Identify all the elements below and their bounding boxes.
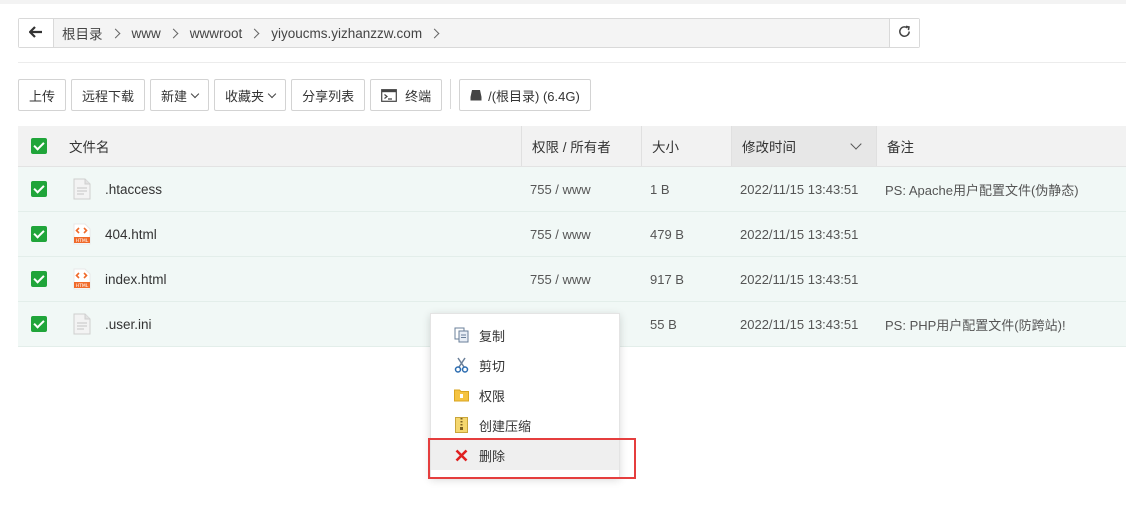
- refresh-icon: [897, 24, 912, 42]
- checkbox-checked-icon: [31, 138, 47, 154]
- col-permission[interactable]: 权限 / 所有者: [532, 126, 611, 166]
- path-bar: 根目录 www wwwroot yiyoucms.yizhanzzw.com: [18, 18, 920, 48]
- sort-chevron-down-icon[interactable]: [850, 126, 862, 166]
- select-all-checkbox[interactable]: [31, 126, 47, 166]
- disk-label: /(根目录) (6.4G): [488, 88, 580, 104]
- file-name[interactable]: .htaccess: [105, 167, 162, 211]
- chevron-down-icon: [190, 89, 200, 98]
- row-checkbox[interactable]: [31, 167, 47, 211]
- chevron-down-icon: [267, 89, 277, 98]
- table-row[interactable]: HTML 404.html 755 / www 479 B 2022/11/15…: [18, 212, 1126, 257]
- back-button[interactable]: [19, 19, 54, 47]
- checkbox-checked-icon: [31, 316, 47, 332]
- table-row[interactable]: .htaccess 755 / www 1 B 2022/11/15 13:43…: [18, 167, 1126, 212]
- share-list-label: 分享列表: [302, 88, 355, 104]
- file-size: 55 B: [650, 316, 677, 332]
- terminal-label: 终端: [405, 88, 432, 104]
- file-html-icon: HTML: [73, 257, 91, 301]
- breadcrumb-root[interactable]: 根目录: [62, 23, 103, 43]
- file-name[interactable]: 404.html: [105, 212, 157, 256]
- file-permission[interactable]: 755 / www: [530, 212, 591, 256]
- checkbox-checked-icon: [31, 226, 47, 242]
- breadcrumb-wwwroot[interactable]: wwwroot: [190, 26, 243, 41]
- file-text-icon: [73, 302, 91, 346]
- toolbar-divider: [450, 79, 452, 109]
- file-mtime: 2022/11/15 13:43:51: [740, 271, 859, 287]
- row-checkbox[interactable]: [31, 212, 47, 256]
- breadcrumb-www[interactable]: www: [132, 26, 161, 41]
- col-note[interactable]: 备注: [887, 126, 914, 166]
- new-dropdown-button[interactable]: 新建: [150, 79, 210, 111]
- favorites-label: 收藏夹: [225, 88, 265, 104]
- file-size: 917 B: [650, 271, 684, 287]
- column-divider[interactable]: [521, 126, 522, 166]
- breadcrumb-site[interactable]: yiyoucms.yizhanzzw.com: [271, 26, 422, 41]
- col-mtime[interactable]: 修改时间: [742, 126, 796, 166]
- file-size: 479 B: [650, 226, 684, 242]
- share-list-button[interactable]: 分享列表: [291, 79, 366, 111]
- menu-item-label: 剪切: [479, 358, 506, 374]
- upload-label: 上传: [29, 88, 56, 104]
- row-checkbox[interactable]: [31, 302, 47, 346]
- menu-item-permission[interactable]: 权限: [431, 380, 619, 410]
- favorites-dropdown-button[interactable]: 收藏夹: [214, 79, 287, 111]
- terminal-button[interactable]: 终端: [370, 79, 443, 111]
- divider: [18, 62, 1126, 63]
- chevron-right-icon: [168, 28, 179, 38]
- file-text-icon: [73, 167, 91, 211]
- menu-item-compress[interactable]: 创建压缩: [431, 410, 619, 440]
- scissors-icon: [453, 357, 469, 373]
- remote-download-label: 远程下载: [82, 88, 135, 104]
- file-size: 1 B: [650, 181, 670, 197]
- menu-item-copy[interactable]: 复制: [431, 320, 619, 350]
- menu-item-cut[interactable]: 剪切: [431, 350, 619, 380]
- table-row[interactable]: HTML index.html 755 / www 917 B 2022/11/…: [18, 257, 1126, 302]
- file-html-icon: HTML: [73, 212, 91, 256]
- checkbox-checked-icon: [31, 271, 47, 287]
- menu-item-label: 创建压缩: [479, 418, 532, 434]
- column-divider[interactable]: [876, 126, 877, 166]
- menu-item-label: 复制: [479, 328, 506, 344]
- folder-lock-icon: [453, 387, 469, 403]
- top-divider: [0, 0, 1126, 4]
- remote-download-button[interactable]: 远程下载: [71, 79, 146, 111]
- column-divider[interactable]: [731, 126, 732, 166]
- refresh-button[interactable]: [889, 19, 919, 47]
- svg-text:HTML: HTML: [76, 283, 89, 289]
- terminal-icon: [381, 88, 397, 102]
- breadcrumb: 根目录 www wwwroot yiyoucms.yizhanzzw.com: [62, 19, 451, 47]
- checkbox-checked-icon: [31, 181, 47, 197]
- menu-item-label: 权限: [479, 388, 506, 404]
- arrow-left-icon: [28, 25, 43, 41]
- file-permission[interactable]: 755 / www: [530, 167, 591, 211]
- file-permission[interactable]: 755 / www: [530, 257, 591, 301]
- table-header: 文件名 权限 / 所有者 大小 修改时间 备注: [18, 126, 1126, 167]
- file-name[interactable]: index.html: [105, 257, 167, 301]
- toolbar: 上传 远程下载 新建 收藏夹 分享列表 终端 /(根目录) (6.4G): [18, 79, 596, 111]
- chevron-right-icon[interactable]: [429, 28, 440, 38]
- new-label: 新建: [161, 88, 188, 104]
- file-note[interactable]: PS: Apache用户配置文件(伪静态): [885, 167, 1079, 211]
- file-name[interactable]: .user.ini: [105, 302, 152, 346]
- disk-icon: [470, 89, 482, 101]
- upload-button[interactable]: 上传: [18, 79, 67, 111]
- file-mtime: 2022/11/15 13:43:51: [740, 226, 859, 242]
- col-name[interactable]: 文件名: [69, 126, 110, 166]
- col-size[interactable]: 大小: [652, 126, 679, 166]
- chevron-right-icon: [110, 28, 120, 38]
- file-mtime: 2022/11/15 13:43:51: [740, 181, 859, 197]
- row-checkbox[interactable]: [31, 257, 47, 301]
- file-mtime: 2022/11/15 13:43:51: [740, 316, 859, 332]
- highlight-box: [428, 438, 636, 479]
- copy-icon: [453, 327, 469, 343]
- disk-button[interactable]: /(根目录) (6.4G): [459, 79, 591, 111]
- svg-text:HTML: HTML: [76, 238, 89, 244]
- file-note[interactable]: PS: PHP用户配置文件(防跨站)!: [885, 302, 1066, 346]
- chevron-right-icon: [249, 28, 260, 38]
- column-divider[interactable]: [641, 126, 642, 166]
- archive-icon: [453, 417, 469, 433]
